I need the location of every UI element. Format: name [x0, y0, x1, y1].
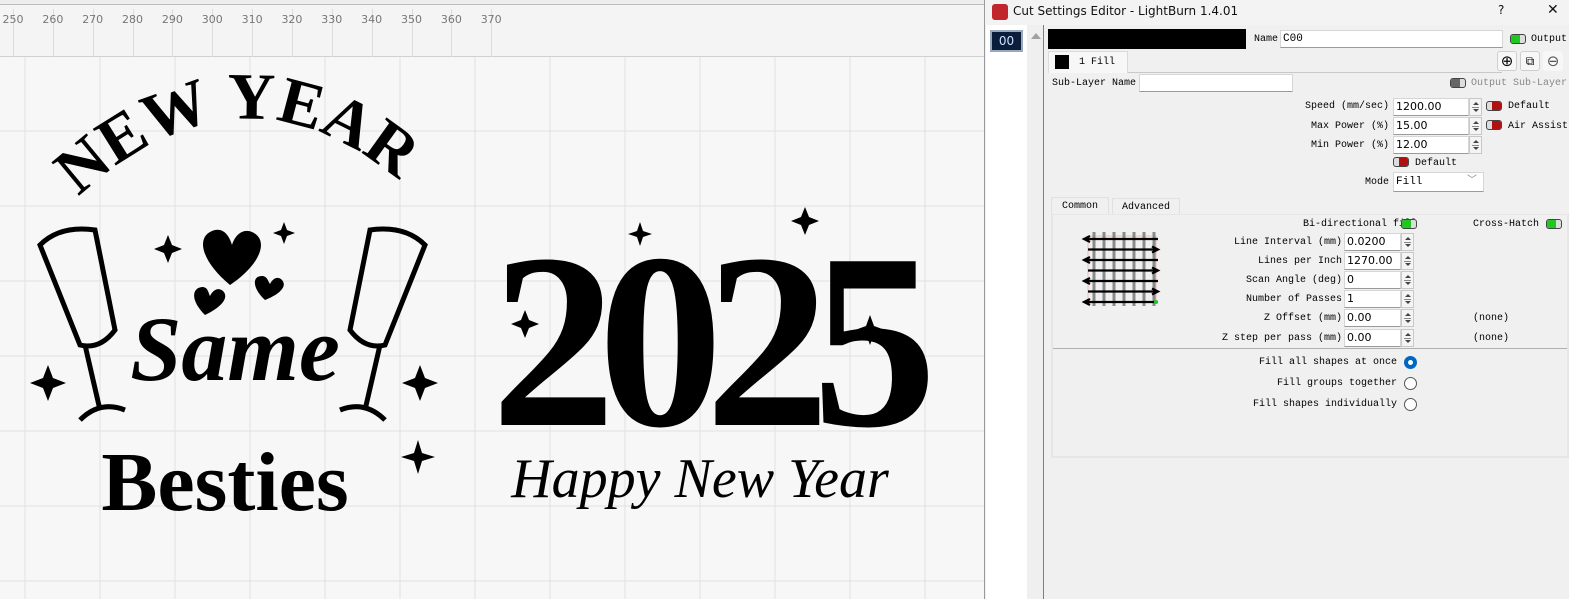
separator: [1053, 348, 1567, 349]
speed-label: Speed (mm/sec): [1304, 101, 1389, 112]
output-sublayer-toggle[interactable]: [1450, 78, 1466, 88]
field-input[interactable]: 0.00: [1344, 329, 1401, 347]
sublayer-tab-label: 1 Fill: [1079, 57, 1116, 68]
field-input[interactable]: 0.00: [1344, 309, 1401, 327]
max-power-label: Max Power (%): [1310, 121, 1389, 132]
fill-option-label: Fill groups together: [1276, 378, 1397, 389]
min-power-label: Min Power (%): [1310, 140, 1389, 151]
field-input[interactable]: 1: [1344, 290, 1401, 308]
sparkle-icon: [30, 365, 66, 401]
sparkle-icon: [273, 222, 295, 244]
field-spinner[interactable]: [1401, 271, 1414, 289]
name-input[interactable]: C00: [1280, 30, 1503, 48]
sublayer-tab-fill[interactable]: 1 Fill: [1048, 51, 1128, 73]
artwork[interactable]: NEW YEAR Same Besties 2025 Happy New Yea…: [0, 0, 984, 599]
new-year-besties-design[interactable]: NEW YEAR Same Besties: [30, 60, 438, 529]
name-label: Name: [1254, 34, 1279, 45]
field-spinner[interactable]: [1401, 233, 1414, 251]
heart-icon: [203, 229, 261, 285]
mode-label: Mode: [1364, 177, 1389, 188]
layer-item-00[interactable]: 00: [990, 30, 1023, 52]
speed-spinner[interactable]: [1469, 98, 1482, 116]
min-power-spinner[interactable]: [1469, 136, 1482, 154]
max-power-spinner[interactable]: [1469, 117, 1482, 135]
fill-preview-icon: [1081, 232, 1161, 306]
happy-new-year-2025-design[interactable]: 2025 Happy New Year: [491, 203, 946, 510]
output-label: Output: [1531, 34, 1568, 45]
output-sublayer-label: Output Sub-Layer: [1471, 78, 1568, 89]
tab-advanced[interactable]: Advanced: [1112, 198, 1180, 214]
sparkle-icon: [401, 440, 435, 474]
field-input[interactable]: 0.0200: [1344, 233, 1401, 251]
fill-option-radio[interactable]: [1404, 398, 1417, 411]
scroll-up-icon[interactable]: [1031, 33, 1041, 39]
help-button[interactable]: ?: [1498, 3, 1504, 17]
add-sublayer-button[interactable]: ⊕: [1497, 51, 1517, 71]
field-label: Scan Angle (deg): [1245, 275, 1342, 286]
field-input[interactable]: 1270.00: [1344, 252, 1401, 270]
fill-option-radio[interactable]: [1404, 356, 1417, 369]
fill-option-label: Fill shapes individually: [1252, 399, 1397, 410]
field-label: Z Offset (mm): [1263, 313, 1342, 324]
new-year-text: NEW YEAR: [41, 60, 434, 208]
field-spinner[interactable]: [1401, 252, 1414, 270]
sparkle-icon: [402, 365, 438, 401]
chevron-down-icon: ﹀: [1467, 176, 1477, 187]
speed-default-toggle[interactable]: [1486, 101, 1502, 111]
besties-text: Besties: [101, 436, 348, 529]
remove-sublayer-button[interactable]: ⊖: [1543, 51, 1563, 71]
layer-list-scrollbar[interactable]: [1027, 25, 1044, 599]
copy-sublayer-button[interactable]: ⧉: [1520, 51, 1540, 71]
bidirectional-fill-label: Bi-directional fill: [1302, 219, 1417, 230]
layer-list: 00: [986, 25, 1027, 599]
field-input[interactable]: 0: [1344, 271, 1401, 289]
lightburn-logo-icon: [992, 4, 1008, 20]
happy-new-year-text: Happy New Year: [510, 448, 889, 510]
field-label: Line Interval (mm): [1233, 237, 1342, 248]
air-assist-toggle[interactable]: [1486, 120, 1502, 130]
same-text: Same: [130, 298, 340, 400]
field-note: (none): [1473, 333, 1510, 344]
speed-default-label: Default: [1508, 101, 1551, 112]
sublayer-name-label: Sub-Layer Name: [1052, 78, 1137, 89]
sparkle-icon: [154, 235, 182, 263]
field-label: Number of Passes: [1245, 294, 1342, 305]
field-note: (none): [1473, 313, 1510, 324]
bidirectional-fill-toggle[interactable]: [1401, 219, 1417, 229]
field-spinner[interactable]: [1401, 329, 1414, 347]
output-toggle[interactable]: [1510, 34, 1526, 44]
cut-settings-editor-dialog: Cut Settings Editor - LightBurn 1.4.01 ?…: [984, 0, 1569, 599]
power-default-label: Default: [1415, 158, 1458, 169]
sublayer-name-input[interactable]: [1139, 74, 1293, 92]
crosshatch-label: Cross-Hatch: [1473, 219, 1540, 230]
field-spinner[interactable]: [1401, 309, 1414, 327]
heart-icon: [254, 276, 284, 300]
title-bar: Cut Settings Editor - LightBurn 1.4.01 ?…: [985, 0, 1569, 25]
year-2025-text: 2025: [491, 203, 928, 480]
layer-color-swatch[interactable]: [1048, 29, 1246, 49]
field-label: Z step per pass (mm): [1221, 333, 1342, 344]
window-title: Cut Settings Editor - LightBurn 1.4.01: [1013, 4, 1239, 18]
close-button[interactable]: ✕: [1547, 2, 1559, 18]
field-spinner[interactable]: [1401, 290, 1414, 308]
max-power-input[interactable]: 15.00: [1393, 117, 1469, 135]
power-default-toggle[interactable]: [1393, 157, 1409, 167]
air-assist-label: Air Assist: [1508, 121, 1569, 132]
fill-option-radio[interactable]: [1404, 377, 1417, 390]
tab-underline: [1128, 72, 1502, 73]
mode-select[interactable]: Fill ﹀: [1393, 172, 1484, 192]
fill-option-label: Fill all shapes at once: [1258, 357, 1397, 368]
mode-value: Fill: [1396, 176, 1423, 188]
tab-common[interactable]: Common: [1051, 197, 1109, 215]
crosshatch-toggle[interactable]: [1546, 219, 1562, 229]
field-label: Lines per Inch: [1257, 256, 1342, 267]
speed-input[interactable]: 1200.00: [1393, 98, 1469, 116]
min-power-input[interactable]: 12.00: [1393, 136, 1469, 154]
sublayer-color-swatch: [1055, 55, 1069, 69]
design-canvas[interactable]: 250 260 270 280 290 300 310 320 330 340 350 360 370 …: [0, 0, 984, 599]
